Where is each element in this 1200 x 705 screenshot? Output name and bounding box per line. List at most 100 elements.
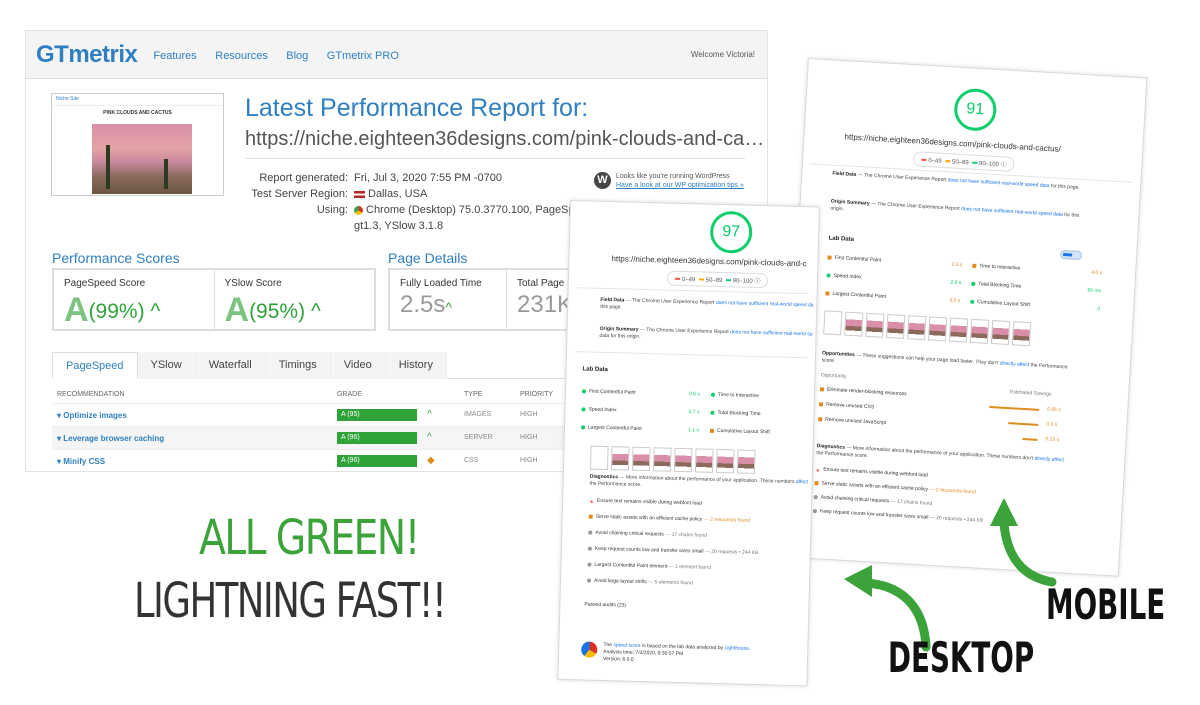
diagnostics-link[interactable]: affect: [796, 479, 808, 485]
recommendation-name[interactable]: ▾ Minify CSS: [57, 457, 105, 466]
wordpress-notice: W Looks like you're running WordPress Hav…: [594, 172, 744, 190]
filmstrip-frame: [589, 445, 609, 471]
lab-data-heading: Lab Data: [582, 366, 608, 374]
filmstrip-frame: [948, 317, 969, 343]
nav-features[interactable]: Features: [153, 50, 196, 62]
opportunity-item[interactable]: Eliminate render-blocking resources: [819, 386, 907, 397]
page-details-heading: Page Details: [388, 250, 468, 266]
diagnostics-text: Diagnostics — More information about the…: [589, 473, 809, 488]
field-data-link[interactable]: does not have sufficient real-world spee…: [716, 300, 814, 309]
savings-bar: [1008, 422, 1039, 426]
opportunity-column-label: Opportunity: [820, 372, 847, 380]
metric-lcp: Largest Contentful Paint 1.1 s: [581, 424, 699, 433]
wordpress-icon: W: [594, 172, 611, 189]
filmstrip-frame: [736, 449, 756, 474]
passed-audits[interactable]: Passed audits (23): [584, 602, 626, 609]
diagnostic-item[interactable]: Avoid large layout shifts — 5 elements f…: [586, 578, 693, 586]
diagnostic-item[interactable]: ▲ Ensure text remains visible during webf…: [815, 466, 928, 479]
caption-lightning-fast: LIGHTNING FAST!!: [134, 573, 447, 629]
yslow-score-label: YSlow Score: [224, 278, 282, 289]
filmstrip-frame: [844, 311, 864, 337]
field-data-text: Field Data — The Chrome User Experience …: [832, 170, 1080, 191]
field-data-link[interactable]: does not have sufficient real-world spee…: [948, 177, 1050, 189]
chrome-icon: [354, 205, 363, 215]
diagnostic-item[interactable]: Keep request counts low and transfer siz…: [587, 546, 758, 556]
metrics-view-toggle[interactable]: [1059, 249, 1083, 261]
diagnostic-item[interactable]: Avoid chaining critical requests — 17 ch…: [588, 530, 707, 539]
fully-loaded-time: Fully Loaded Time 2.5s^: [390, 270, 507, 329]
metric-tbt: Total Blocking Time 60 ms: [971, 281, 1101, 294]
diagnostic-item[interactable]: Serve static assets with an efficient ca…: [588, 514, 750, 524]
filmstrip-frame: [1011, 321, 1032, 347]
grade-bar: A (95): [337, 409, 417, 421]
lighthouse-link[interactable]: Lighthouse.: [724, 645, 750, 652]
wordpress-notice-text: Looks like you're running WordPress: [616, 173, 730, 180]
opportunity-item[interactable]: Remove unused JavaScript: [818, 416, 886, 426]
gtmetrix-logo[interactable]: GTmetrix: [36, 41, 138, 69]
metric-tti: Time to Interactive: [710, 392, 811, 401]
col-type: TYPE: [464, 391, 483, 398]
yslow-percent: (95%): [249, 300, 306, 323]
savings-value: 0.66 s: [1046, 406, 1061, 414]
diagnostic-item[interactable]: Serve static assets with an efficient ca…: [814, 480, 976, 495]
recommendation-name[interactable]: ▾ Optimize images: [57, 411, 127, 420]
savings-value: 0.3 s: [1046, 421, 1058, 428]
row-type: SERVER: [464, 434, 493, 441]
caret-up-icon: ^: [150, 300, 161, 323]
speed-score-link[interactable]: speed score: [613, 642, 640, 649]
metric-speed-index: Speed Index 0.7 s: [581, 406, 700, 415]
grade-bar: A (96): [337, 432, 417, 444]
origin-summary-link[interactable]: does not have sufficient real-world spee…: [961, 206, 1063, 218]
welcome-text: Welcome Victoria!: [690, 50, 755, 59]
filmstrip-frame: [673, 447, 693, 473]
tab-yslow[interactable]: YSlow: [137, 352, 196, 379]
lighthouse-logo-icon: [581, 641, 598, 658]
pagespeed-grade: A: [64, 291, 89, 329]
loaded-time-label: Fully Loaded Time: [400, 278, 482, 289]
opportunities-link[interactable]: directly affect: [1000, 361, 1030, 369]
score-legend: 0–49 50–89 90–100 ⓘ: [912, 151, 1016, 173]
grade-bar: A (96): [337, 455, 417, 467]
caret-up-icon: ^: [310, 300, 321, 323]
tab-video[interactable]: Video: [330, 352, 386, 379]
lab-data-heading: Lab Data: [828, 235, 855, 243]
region-value: Dallas, USA: [368, 188, 428, 200]
diagnostic-item[interactable]: Avoid chaining critical requests — 17 ch…: [813, 494, 932, 507]
nav-gtmetrix-pro[interactable]: GTmetrix PRO: [327, 50, 399, 62]
col-grade: GRADE: [337, 391, 362, 398]
tab-waterfall[interactable]: Waterfall: [195, 352, 266, 379]
origin-summary-link[interactable]: does not have sufficient real-world sp: [730, 329, 813, 337]
gtmetrix-header: GTmetrix Features Resources Blog GTmetri…: [26, 31, 767, 79]
filmstrip-frame: [990, 320, 1011, 346]
tab-timings[interactable]: Timings: [265, 352, 331, 379]
thumbnail-post-title: PINK CLOUDS AND CACTUS: [103, 110, 172, 116]
report-url: https://niche.eighteen36designs.com/pink…: [245, 128, 765, 150]
col-priority: PRIORITY: [520, 391, 554, 398]
cactus-shape: [106, 145, 110, 189]
caret-up-icon: ^: [445, 299, 452, 315]
diagnostic-item[interactable]: Keep request counts low and transfer siz…: [812, 508, 983, 524]
filmstrip: [823, 310, 1032, 347]
report-meta: Report generated: Fri, Jul 3, 2020 7:55 P…: [246, 170, 621, 234]
savings-bar: [989, 406, 1040, 411]
wordpress-tips-link[interactable]: Have a look at our WP optimization tips …: [616, 182, 744, 189]
diagnostic-item[interactable]: Largest Contentful Paint element — 1 ele…: [587, 562, 711, 571]
row-type: CSS: [464, 457, 479, 464]
metric-cls: Cumulative Layout Shift: [709, 428, 810, 437]
tab-history[interactable]: History: [385, 352, 447, 379]
metric-speed-index: Speed Index 2.6 s: [826, 272, 961, 286]
tab-pagespeed[interactable]: PageSpeed: [52, 352, 138, 379]
generated-value: Fri, Jul 3, 2020 7:55 PM -0700: [354, 172, 502, 184]
nav-blog[interactable]: Blog: [286, 50, 308, 62]
opportunity-item[interactable]: Remove unused CSS: [818, 401, 874, 410]
site-screenshot-thumbnail: Niche Site PINK CLOUDS AND CACTUS: [51, 93, 224, 196]
nav-resources[interactable]: Resources: [215, 50, 268, 62]
metric-tbt: Total Blocking Time: [710, 410, 810, 419]
diagnostics-link[interactable]: directly affect: [1034, 456, 1064, 464]
origin-summary-text: Origin Summary — The Chrome User Experie…: [830, 198, 1080, 219]
caret-up-icon: ^: [427, 432, 432, 443]
filmstrip-frame: [865, 312, 885, 338]
filmstrip-frame: [906, 315, 927, 341]
diagnostic-item[interactable]: ▲ Ensure text remains visible during webf…: [589, 498, 702, 507]
recommendation-name[interactable]: ▾ Leverage browser caching: [57, 434, 164, 443]
